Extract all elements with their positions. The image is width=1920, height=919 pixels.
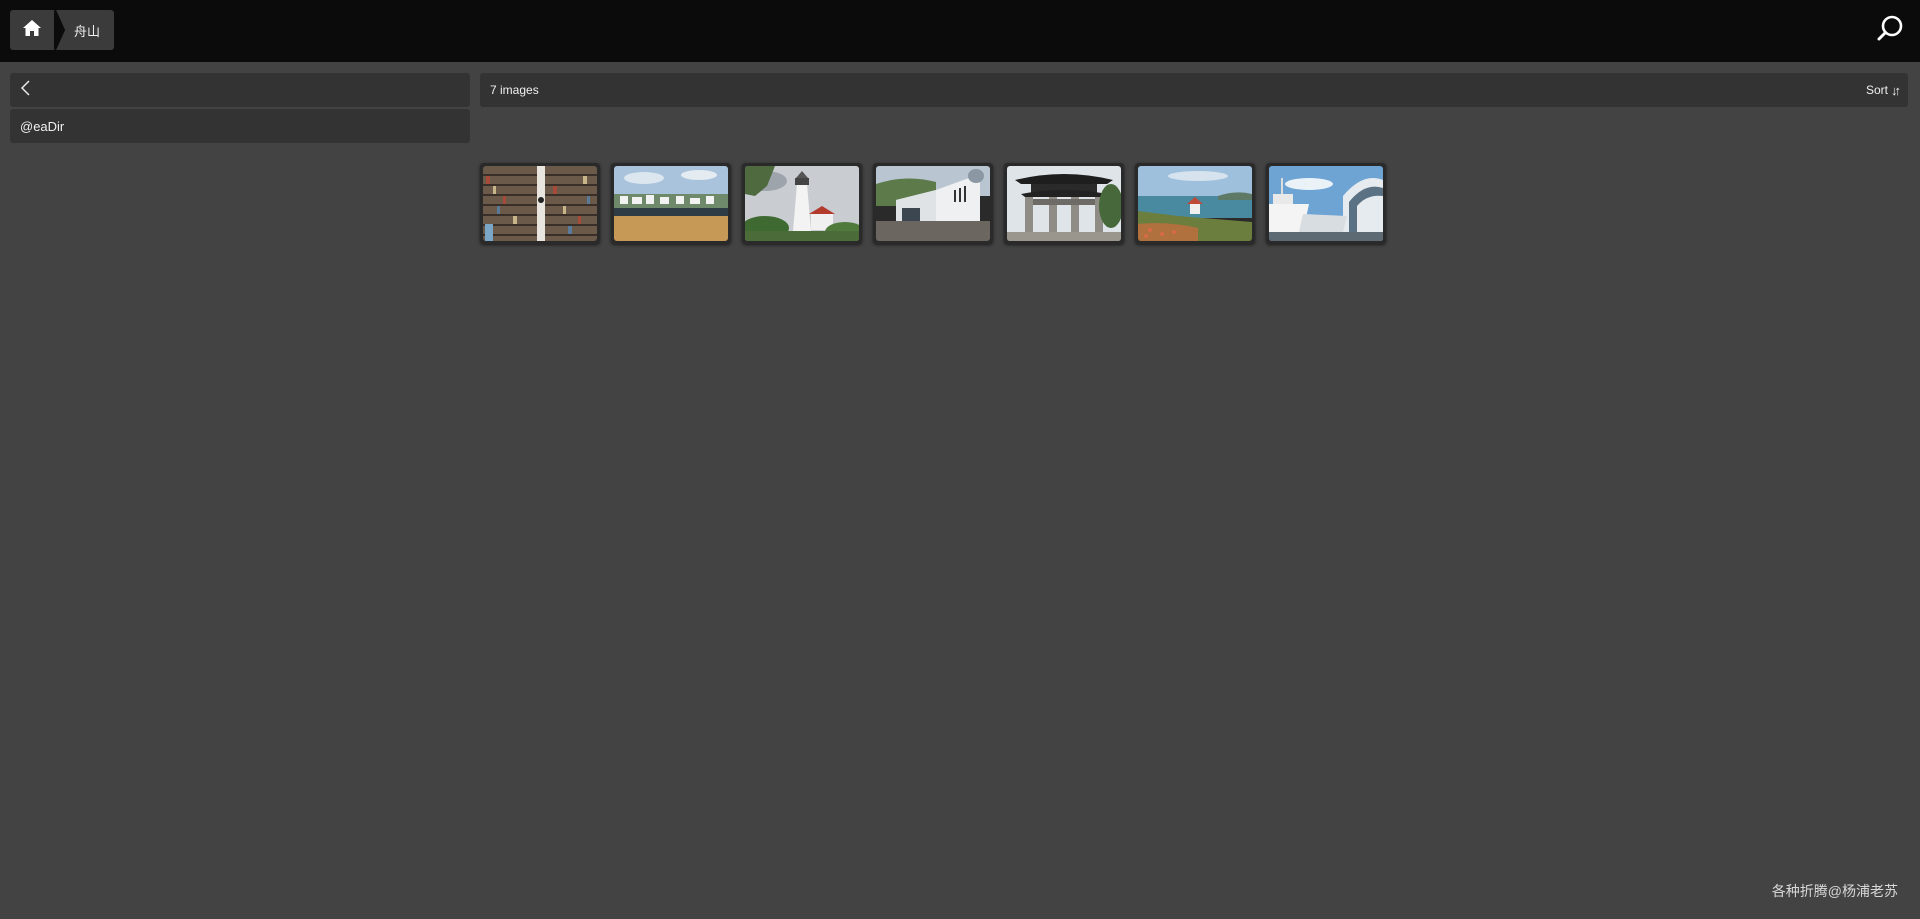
thumbnail-image [745,166,859,241]
sort-button[interactable]: Sort ↓↑ [1865,82,1901,98]
folder-label: @eaDir [20,118,65,134]
thumbnail-image [1007,166,1121,241]
breadcrumb-home[interactable] [10,10,54,50]
breadcrumb-current[interactable]: 舟山 [68,10,115,50]
thumb-harbor-ships[interactable] [1266,163,1386,244]
search-button[interactable] [1874,14,1906,46]
thumbnail-image [876,166,990,241]
thumb-museum-building[interactable] [873,163,993,244]
main-panel: 7 images Sort ↓↑ [480,73,1908,244]
thumb-bookshelf[interactable] [480,163,600,244]
watermark: 各种折腾@杨浦老苏 [1771,883,1898,899]
breadcrumb: 舟山 [10,10,115,50]
image-count: 7 images [490,83,539,97]
thumbnail-image [483,166,597,241]
sort-arrows-icon: ↓↑ [1891,82,1901,98]
thumbnail-grid [480,118,1386,244]
thumb-beach-village[interactable] [611,163,731,244]
gallery-header: 7 images Sort ↓↑ [480,73,1908,107]
folder-item[interactable]: @eaDir [10,109,470,143]
thumb-lighthouse[interactable] [742,163,862,244]
thumbnail-image [614,166,728,241]
sidebar: @eaDir [10,73,470,143]
breadcrumb-separator [54,10,68,50]
chevron-left-icon [20,79,32,101]
sort-label: Sort [1865,83,1888,97]
back-button[interactable] [10,73,470,107]
home-icon [23,19,41,41]
thumbnail-image [1269,166,1383,241]
thumb-memorial-gate[interactable] [1004,163,1124,244]
top-bar: 舟山 [0,0,1920,62]
search-icon [1876,14,1904,47]
thumbnail-image [1138,166,1252,241]
thumb-seaside-pavilion[interactable] [1135,163,1255,244]
